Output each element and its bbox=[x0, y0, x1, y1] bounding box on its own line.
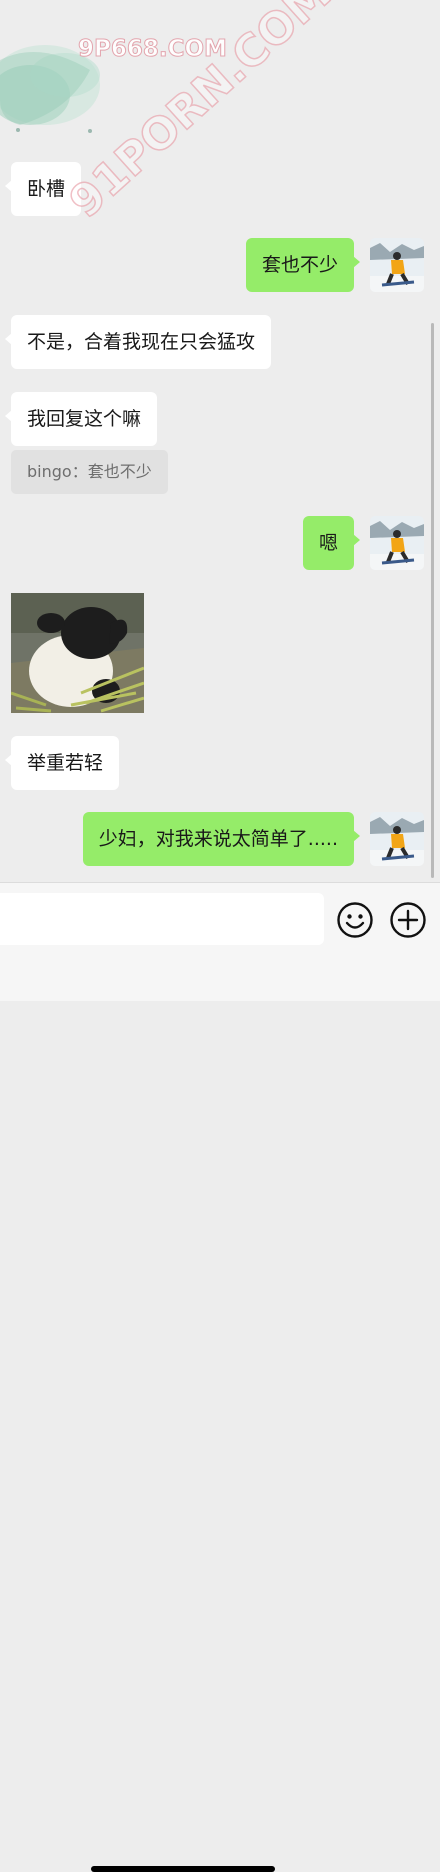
quoted-reply[interactable]: bingo：套也不少 bbox=[11, 450, 168, 494]
plus-circle-icon[interactable] bbox=[389, 901, 427, 939]
background-decoration bbox=[0, 45, 100, 133]
message-bubble-incoming[interactable]: 不是，合着我现在只会猛攻 bbox=[4, 315, 272, 369]
self-avatar[interactable] bbox=[370, 516, 424, 570]
chat-area[interactable]: 9P668.COM 卧槽 套也不少 不是，合着我现在只会猛攻 我回复这个嘛 bi… bbox=[0, 0, 440, 882]
self-avatar[interactable] bbox=[370, 238, 424, 292]
message-bubble-incoming[interactable]: 举重若轻 bbox=[4, 736, 120, 790]
message-bubble-outgoing[interactable]: 嗯 bbox=[302, 516, 361, 570]
home-indicator[interactable] bbox=[91, 1866, 275, 1872]
smiley-icon[interactable] bbox=[336, 901, 374, 939]
message-bubble-incoming[interactable]: 我回复这个嘛 bbox=[4, 392, 158, 446]
input-bar bbox=[0, 882, 440, 1872]
panda-sticker-image[interactable] bbox=[11, 593, 144, 713]
message-bubble-outgoing[interactable]: 少妇，对我来说太简单了..... bbox=[82, 812, 361, 866]
self-avatar[interactable] bbox=[370, 812, 424, 866]
message-bubble-incoming[interactable]: 卧槽 bbox=[4, 162, 82, 216]
message-input[interactable] bbox=[0, 893, 324, 945]
watermark-top: 9P668.COM bbox=[78, 36, 228, 63]
message-bubble-outgoing[interactable]: 套也不少 bbox=[245, 238, 361, 292]
scrollbar[interactable] bbox=[431, 323, 434, 878]
